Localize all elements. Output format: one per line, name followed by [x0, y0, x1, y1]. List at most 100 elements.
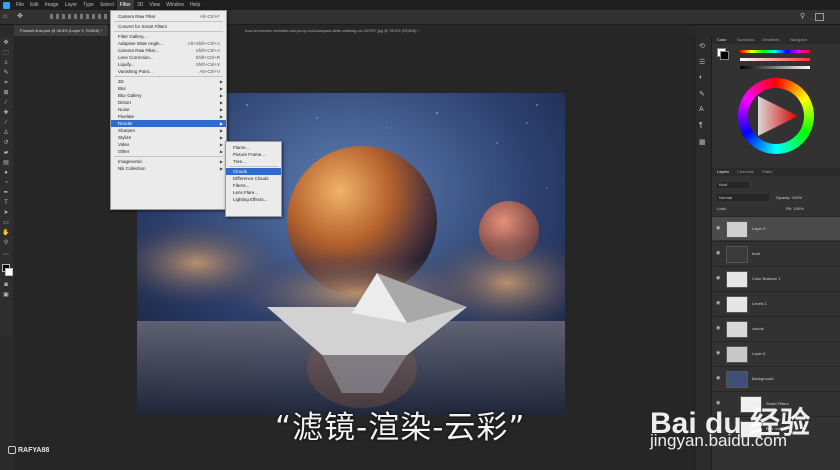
lasso-tool-icon[interactable]: ↄ: [2, 60, 10, 67]
move-tool-icon[interactable]: ✥: [2, 40, 10, 47]
menu-3d[interactable]: 3D: [134, 0, 146, 10]
shape-tool-icon[interactable]: ▭: [2, 220, 10, 227]
layer-row[interactable]: ◉ clouds: [712, 316, 840, 340]
layer-row[interactable]: ◉ Layer 6: [712, 341, 840, 365]
dodge-tool-icon[interactable]: ◔: [2, 180, 10, 187]
background-color-swatch[interactable]: [5, 268, 13, 276]
filter-menu-item-liquify[interactable]: Liquify... Shift+Ctrl+X: [111, 61, 226, 68]
zoom-tool-icon[interactable]: ⚲: [2, 240, 10, 247]
saturation-slider[interactable]: [740, 58, 810, 61]
layer-row[interactable]: ◉ Color Balance 1: [712, 266, 840, 290]
filter-menu-item-other[interactable]: Other ▶: [111, 148, 226, 155]
eyedropper-tool-icon[interactable]: ⁄: [2, 100, 10, 107]
type-tool-icon[interactable]: T: [2, 200, 10, 207]
render-menu-item-tree[interactable]: Tree...: [226, 158, 281, 165]
filter-menu-item-video[interactable]: Video ▶: [111, 141, 226, 148]
blur-tool-icon[interactable]: ●: [2, 170, 10, 177]
tab-layers[interactable]: Layers: [717, 168, 729, 176]
visibility-eye-icon[interactable]: ◉: [716, 225, 720, 231]
pen-tool-icon[interactable]: ✒: [2, 190, 10, 197]
tab-navigator[interactable]: Navigator: [790, 36, 807, 44]
adjustments-panel-icon[interactable]: ◐: [699, 74, 703, 81]
tab-paths[interactable]: Paths: [762, 168, 772, 176]
render-menu-item-lens-flare[interactable]: Lens Flare...: [226, 189, 281, 196]
filter-menu-item-noise[interactable]: Noise ▶: [111, 106, 226, 113]
color-triangle[interactable]: [752, 92, 800, 140]
gradient-tool-icon[interactable]: ▤: [2, 160, 10, 167]
paragraph-panel-icon[interactable]: ¶: [699, 122, 703, 129]
filter-menu-item-adaptive-wide-angle[interactable]: Adaptive Wide Angle... Alt+Shift+Ctrl+A: [111, 40, 226, 47]
filter-menu-item-pixelate[interactable]: Pixelate ▶: [111, 113, 226, 120]
history-panel-icon[interactable]: ⟲: [699, 42, 705, 50]
path-select-tool-icon[interactable]: ➤: [2, 210, 10, 217]
render-menu-item-clouds[interactable]: Clouds: [226, 168, 281, 175]
menu-view[interactable]: View: [146, 0, 163, 10]
clone-stamp-tool-icon[interactable]: ♙: [2, 130, 10, 137]
marquee-tool-icon[interactable]: ⬚: [2, 50, 10, 57]
filter-menu-item-nik-collection[interactable]: Nik Collection ▶: [111, 165, 226, 172]
eraser-tool-icon[interactable]: ▰: [2, 150, 10, 157]
color-wheel[interactable]: [738, 78, 814, 154]
render-menu-item-difference-clouds[interactable]: Difference Clouds: [226, 175, 281, 182]
document-tab-active[interactable]: Poisonit final.psd @ 38.8% (Layer 9, RGB…: [14, 25, 108, 36]
render-menu-item-picture-frame[interactable]: Picture Frame...: [226, 151, 281, 158]
layer-row[interactable]: ◉ Layer 9: [712, 216, 840, 240]
filter-menu-item-blur[interactable]: Blur ▶: [111, 85, 226, 92]
layer-row[interactable]: ◉ boat: [712, 241, 840, 265]
render-menu-item-lighting-effects[interactable]: Lighting Effects...: [226, 196, 281, 203]
tab-channels[interactable]: Channels: [737, 168, 754, 176]
history-brush-tool-icon[interactable]: ↺: [2, 140, 10, 147]
libraries-panel-icon[interactable]: ▦: [699, 138, 706, 146]
filter-menu-item-convert-for-smart-filters[interactable]: Convert for Smart Filters: [111, 23, 226, 30]
character-panel-icon[interactable]: A: [699, 106, 704, 113]
document-tab[interactable]: how-to-become-invisible-can-jump-not-bac…: [239, 25, 425, 36]
menu-file[interactable]: File: [13, 0, 27, 10]
background-color-chip[interactable]: [720, 51, 729, 60]
filter-menu-item-camera-raw-filter[interactable]: Camera Raw Filter Alt+Ctrl+F: [111, 13, 226, 20]
layer-filter-kind[interactable]: Kind: [717, 182, 749, 188]
menu-layer[interactable]: Layer: [62, 0, 81, 10]
move-tool-option-icon[interactable]: ✥: [17, 13, 24, 20]
frame-tool-icon[interactable]: ⊠: [2, 90, 10, 97]
quick-select-tool-icon[interactable]: ✎: [2, 70, 10, 77]
healing-brush-tool-icon[interactable]: ✚: [2, 110, 10, 117]
layer-row[interactable]: ◉ Levels 1: [712, 291, 840, 315]
hue-slider[interactable]: [740, 50, 810, 53]
menu-image[interactable]: Image: [42, 0, 62, 10]
properties-panel-icon[interactable]: ☰: [699, 58, 705, 66]
menu-edit[interactable]: Edit: [27, 0, 42, 10]
fill-value[interactable]: 100%: [793, 206, 803, 211]
filter-menu-item-vanishing-point[interactable]: Vanishing Point... Alt+Ctrl+V: [111, 68, 226, 75]
visibility-eye-icon[interactable]: ◉: [716, 325, 720, 331]
filter-menu-item-camera-raw-filter[interactable]: Camera Raw Filter... Shift+Ctrl+A: [111, 47, 226, 54]
more-tools-icon[interactable]: ⋯: [2, 252, 10, 259]
home-icon[interactable]: ⌂: [3, 13, 10, 20]
filter-menu-item-imagenomic[interactable]: Imagenomic ▶: [111, 158, 226, 165]
filter-menu-item-distort[interactable]: Distort ▶: [111, 99, 226, 106]
hand-tool-icon[interactable]: ✋: [2, 230, 10, 237]
filter-menu-item-blur-gallery[interactable]: Blur Gallery ▶: [111, 92, 226, 99]
filter-menu-item-lens-correction[interactable]: Lens Correction... Shift+Ctrl+R: [111, 54, 226, 61]
blend-mode-select[interactable]: Normal: [717, 194, 769, 201]
layer-row[interactable]: ◉ Background: [712, 366, 840, 390]
filter-menu-item-filter-gallery[interactable]: Filter Gallery...: [111, 33, 226, 40]
tab-gradients[interactable]: Gradients: [762, 36, 779, 44]
filter-menu-item-render[interactable]: Render ▶: [111, 120, 226, 127]
crop-tool-icon[interactable]: ⌗: [2, 80, 10, 87]
brush-panel-icon[interactable]: ✎: [699, 90, 705, 98]
visibility-eye-icon[interactable]: ◉: [716, 300, 720, 306]
menu-help[interactable]: Help: [187, 0, 203, 10]
visibility-eye-icon[interactable]: ◉: [716, 250, 720, 256]
menu-window[interactable]: Window: [163, 0, 187, 10]
brush-tool-icon[interactable]: ⁄: [2, 120, 10, 127]
opacity-value[interactable]: 100%: [792, 195, 802, 200]
visibility-eye-icon[interactable]: ◉: [716, 350, 720, 356]
tab-color[interactable]: Color: [717, 36, 727, 44]
filter-menu-item-sharpen[interactable]: Sharpen ▶: [111, 127, 226, 134]
visibility-eye-icon[interactable]: ◉: [716, 375, 720, 381]
filter-menu-item-stylize[interactable]: Stylize ▶: [111, 134, 226, 141]
workspace-icon[interactable]: [815, 13, 824, 21]
render-menu-item-flame[interactable]: Flame...: [226, 144, 281, 151]
render-menu-item-fibers[interactable]: Fibers...: [226, 182, 281, 189]
visibility-eye-icon[interactable]: ◉: [716, 275, 720, 281]
